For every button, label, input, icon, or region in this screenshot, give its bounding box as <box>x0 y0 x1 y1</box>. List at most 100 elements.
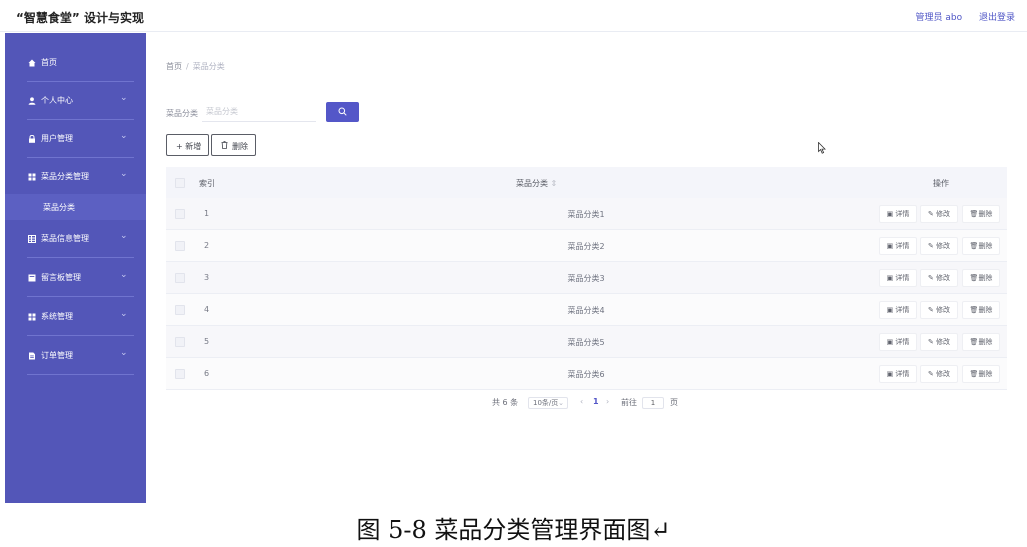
delete-button-label: 删除 <box>232 142 248 151</box>
row-delete-button[interactable]: 🗑删除 <box>962 301 1000 319</box>
sidebar-item-home[interactable]: 首页 <box>5 44 146 82</box>
lock-icon <box>29 135 35 143</box>
admin-label: 管理员 abo <box>915 13 963 23</box>
row-checkbox[interactable] <box>175 369 185 379</box>
trash-icon <box>221 141 228 149</box>
select-all-checkbox[interactable] <box>175 178 185 188</box>
row-checkbox[interactable] <box>175 273 185 283</box>
sidebar-item-profile[interactable]: 个人中心 ⌄ <box>5 82 146 120</box>
row-checkbox[interactable] <box>175 305 185 315</box>
table-row: 6 菜品分类6 ▣ 详情 ✎ 修改 🗑删除 <box>166 358 1007 390</box>
current-page[interactable]: 1 <box>593 397 599 406</box>
add-button-label: + 新增 <box>176 142 202 151</box>
table-row: 3 菜品分类3 ▣ 详情 ✎ 修改 🗑删除 <box>166 262 1007 294</box>
sidebar-item-label: 首页 <box>41 58 57 67</box>
table-row: 5 菜品分类5 ▣ 详情 ✎ 修改 🗑删除 <box>166 326 1007 358</box>
grid-icon <box>28 313 36 321</box>
row-checkbox[interactable] <box>175 337 185 347</box>
menu-divider <box>27 374 134 375</box>
detail-label: 详情 <box>895 210 910 218</box>
page-size-select[interactable]: 10条/页 ⌄ <box>528 397 568 409</box>
edit-label: 修改 <box>936 338 951 346</box>
menu-divider <box>27 335 134 336</box>
row-delete-button[interactable]: 🗑删除 <box>962 237 1000 255</box>
sidebar-item-users[interactable]: 用户管理 ⌄ <box>5 120 146 158</box>
detail-button[interactable]: ▣ 详情 <box>879 365 917 383</box>
row-delete-button[interactable]: 🗑删除 <box>962 269 1000 287</box>
sidebar-item-dish-category-mgmt[interactable]: 菜品分类管理 ⌄ <box>5 158 146 196</box>
column-header-index: 索引 <box>199 179 215 188</box>
search-button[interactable] <box>326 102 359 122</box>
cell-index: 3 <box>204 273 210 282</box>
edit-label: 修改 <box>936 274 951 282</box>
edit-icon: ✎ <box>927 210 937 218</box>
row-delete-button[interactable]: 🗑删除 <box>962 205 1000 223</box>
cell-name: 菜品分类3 <box>567 274 605 283</box>
row-checkbox[interactable] <box>175 241 185 251</box>
detail-button[interactable]: ▣ 详情 <box>879 333 917 351</box>
add-button[interactable]: + 新增 <box>166 134 209 156</box>
cell-name: 菜品分类4 <box>567 306 605 315</box>
edit-button[interactable]: ✎ 修改 <box>920 301 958 319</box>
cell-index: 2 <box>204 241 210 250</box>
mouse-cursor-icon <box>818 142 826 154</box>
detail-button[interactable]: ▣ 详情 <box>879 205 917 223</box>
breadcrumb-home[interactable]: 首页 <box>166 62 182 71</box>
column-header-name[interactable]: 菜品分类 ⇕ <box>516 178 557 189</box>
table-header: 索引 菜品分类 ⇕ 操作 <box>166 167 1007 198</box>
cell-index: 6 <box>204 369 210 378</box>
edit-button[interactable]: ✎ 修改 <box>920 269 958 287</box>
detail-label: 详情 <box>895 306 910 314</box>
home-icon <box>28 59 36 67</box>
row-delete-button[interactable]: 🗑删除 <box>962 365 1000 383</box>
goto-page-input[interactable]: 1 <box>642 397 664 409</box>
detail-label: 详情 <box>895 338 910 346</box>
detail-button[interactable]: ▣ 详情 <box>879 301 917 319</box>
cell-name: 菜品分类5 <box>567 338 605 347</box>
cell-name: 菜品分类1 <box>567 210 605 219</box>
sidebar-subitem-dish-category[interactable]: 菜品分类 <box>5 194 146 220</box>
sidebar-item-order-mgmt[interactable]: 订单管理 ⌄ <box>5 337 146 375</box>
delete-button[interactable]: 删除 <box>211 134 256 156</box>
sidebar-item-dish-info-mgmt[interactable]: 菜品信息管理 ⌄ <box>5 220 146 258</box>
chevron-down-icon: ⌄ <box>120 131 128 141</box>
edit-label: 修改 <box>936 210 951 218</box>
next-page-button[interactable]: › <box>606 397 609 406</box>
chevron-down-icon: ⌄ <box>120 309 128 319</box>
menu-divider <box>27 296 134 297</box>
cell-name: 菜品分类6 <box>567 370 605 379</box>
edit-icon: ✎ <box>927 338 937 346</box>
search-input[interactable] <box>202 102 316 122</box>
breadcrumb-current: 菜品分类 <box>192 62 225 71</box>
detail-button[interactable]: ▣ 详情 <box>879 237 917 255</box>
edit-button[interactable]: ✎ 修改 <box>920 333 958 351</box>
logout-link[interactable]: 退出登录 <box>979 13 1015 23</box>
sidebar: 首页 个人中心 ⌄ 用户管理 ⌄ 菜品分类管理 ⌄ 菜品分类 菜品信息管理 ⌄ … <box>5 33 146 503</box>
edit-button[interactable]: ✎ 修改 <box>920 365 958 383</box>
row-delete-button[interactable]: 🗑删除 <box>962 333 1000 351</box>
delete-label: 删除 <box>978 370 993 378</box>
row-checkbox[interactable] <box>175 209 185 219</box>
sidebar-item-message-board-mgmt[interactable]: 留言板管理 ⌄ <box>5 259 146 297</box>
breadcrumb-separator: / <box>186 62 189 71</box>
sort-icon[interactable]: ⇕ <box>551 179 558 188</box>
edit-icon: ✎ <box>927 274 937 282</box>
cell-index: 5 <box>204 337 210 346</box>
table-row: 2 菜品分类2 ▣ 详情 ✎ 修改 🗑删除 <box>166 230 1007 262</box>
prev-page-button[interactable]: ‹ <box>580 397 583 406</box>
chevron-down-icon: ⌄ <box>120 348 128 358</box>
grid-icon <box>28 173 36 181</box>
sidebar-item-system-mgmt[interactable]: 系统管理 ⌄ <box>5 298 146 336</box>
detail-button[interactable]: ▣ 详情 <box>879 269 917 287</box>
edit-icon: ✎ <box>927 370 937 378</box>
sidebar-item-label: 个人中心 <box>41 96 73 105</box>
chevron-down-icon: ⌄ <box>120 231 128 241</box>
delete-label: 删除 <box>978 306 993 314</box>
edit-button[interactable]: ✎ 修改 <box>920 237 958 255</box>
breadcrumb: 首页 / 菜品分类 <box>166 61 225 72</box>
table-row: 4 菜品分类4 ▣ 详情 ✎ 修改 🗑删除 <box>166 294 1007 326</box>
menu-divider <box>27 257 134 258</box>
edit-button[interactable]: ✎ 修改 <box>920 205 958 223</box>
top-bar: “智慧食堂” 设计与实现 管理员 abo 退出登录 <box>0 0 1027 32</box>
cell-index: 4 <box>204 305 210 314</box>
